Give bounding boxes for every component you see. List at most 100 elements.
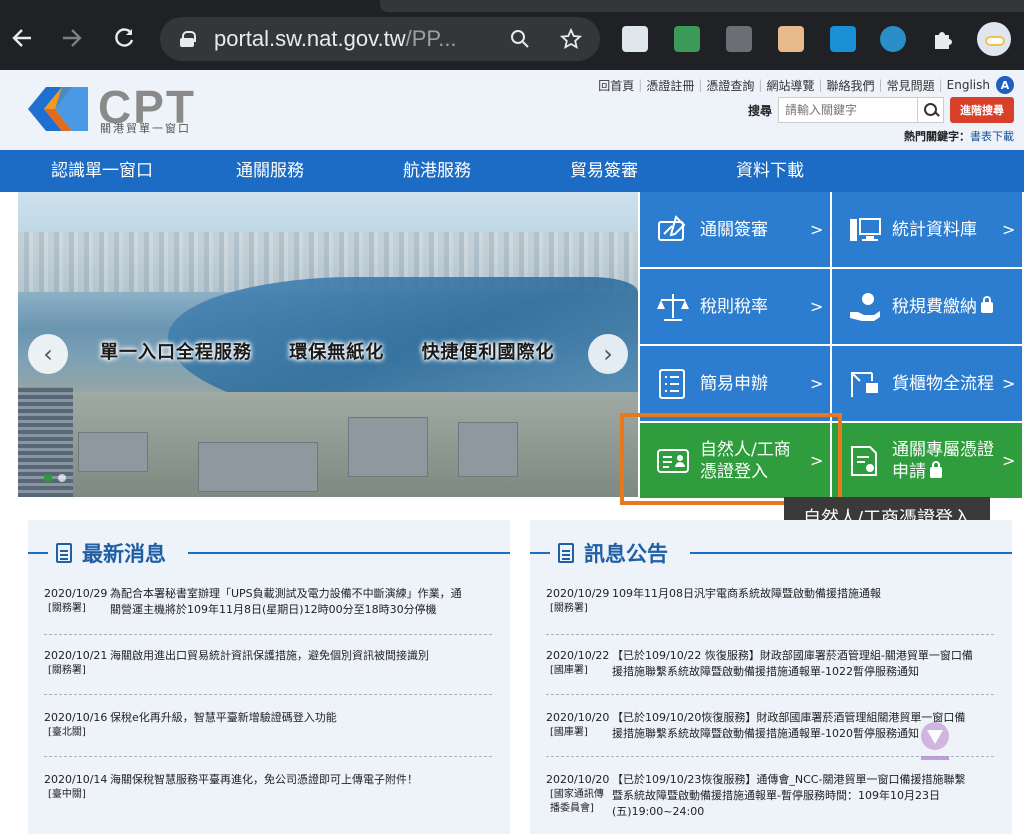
document-icon xyxy=(558,543,574,563)
cpt-logo[interactable]: CPT 關港貿單一窗口 xyxy=(28,81,213,138)
payment-hand-icon xyxy=(850,292,880,321)
divider: | xyxy=(758,78,763,92)
hero-carousel[interactable]: 單一入口全程服務 環保無紙化 快捷便利國際化 ‹ › xyxy=(18,192,638,497)
hot-keyword-link[interactable]: 書表下載 xyxy=(970,130,1014,143)
notice-text[interactable]: 109年11月08日汎宇電商系統故障暨啟動備援措施通報 xyxy=(612,586,881,602)
link-sitemap[interactable]: 網站導覽 xyxy=(766,77,814,94)
list-doc-icon xyxy=(659,368,685,399)
cpt-logo-icon xyxy=(28,87,88,131)
divider: | xyxy=(638,78,643,92)
crane-icon xyxy=(851,371,878,397)
zoom-search-icon[interactable] xyxy=(505,22,535,56)
notice-date: 2020/10/22 xyxy=(546,649,610,662)
scale-icon xyxy=(657,293,689,321)
extension-check-icon[interactable] xyxy=(674,26,700,52)
extension-share-icon[interactable] xyxy=(830,26,856,52)
address-url: portal.sw.nat.gov.tw/PP... xyxy=(214,26,457,51)
link-cert-query[interactable]: 憑證查詢 xyxy=(706,77,754,94)
news-title: 最新消息 xyxy=(48,538,174,568)
notice-date: 2020/10/20 xyxy=(546,773,610,786)
divider xyxy=(44,756,492,757)
news-text[interactable]: 為配合本署秘書室辦理「UPS負載測試及電力設備不中斷演練」作業，通 關營運主機將於… xyxy=(110,586,462,618)
back-arrow-icon[interactable] xyxy=(4,20,40,56)
news-date: 2020/10/16 xyxy=(44,711,108,724)
link-faq[interactable]: 常見問題 xyxy=(887,77,935,94)
nav-item-download[interactable]: 資料下載 xyxy=(670,150,870,192)
notice-text[interactable]: 【已於109/10/20恢復服務】財政部國庫署菸酒管理組關港貿單一窗口備 援措施聯… xyxy=(612,710,965,742)
carousel-prev-icon[interactable]: ‹ xyxy=(28,334,68,374)
nav-item-customs[interactable]: 通關服務 xyxy=(204,150,336,192)
hot-keywords: 熱門關鍵字：書表下載 xyxy=(904,128,1014,144)
document-icon xyxy=(56,543,72,563)
notice-category: [國庫署] xyxy=(550,665,588,676)
chevron-right-icon: > xyxy=(1002,374,1016,393)
browser-toolbar: portal.sw.nat.gov.tw/PP... xyxy=(0,0,1024,70)
divider xyxy=(28,552,48,554)
reload-icon[interactable] xyxy=(106,20,142,56)
watermark-logo-icon xyxy=(921,722,949,760)
focus-highlight xyxy=(620,413,842,505)
link-home[interactable]: 回首頁 xyxy=(598,77,634,94)
notice-category: [國庫署] xyxy=(550,727,588,738)
divider: | xyxy=(698,78,703,92)
tile-container-flow[interactable]: 貨櫃物全流程 > xyxy=(832,346,1022,421)
tile-exclusive-cert[interactable]: 通關專屬憑證 申請 > xyxy=(832,423,1022,498)
notice-category: [關務署] xyxy=(550,603,588,614)
main-nav: 認識單一窗口 通關服務 航港服務 貿易簽審 資料下載 xyxy=(0,150,1024,192)
notice-category: [國家通訊傳播委員會] xyxy=(550,789,604,814)
search-label: 搜尋 xyxy=(747,103,772,118)
news-category: [關務署] xyxy=(48,603,86,614)
site-header: CPT 關港貿單一窗口 回首頁 | 憑證註冊 | 憑證查詢 | 網站導覽 | 聯絡我們 |… xyxy=(0,70,1024,150)
notice-text[interactable]: 【已於109/10/22 恢復服務】財政部國庫署菸酒管理組-關港貿單一窗口備 援措… xyxy=(612,648,973,680)
news-category: [臺中關] xyxy=(48,789,86,800)
extensions-puzzle-icon[interactable] xyxy=(930,26,956,52)
divider xyxy=(44,634,492,635)
hero-building xyxy=(78,432,148,472)
tile-statistics-db[interactable]: 統計資料庫 > xyxy=(832,192,1022,267)
extension-face-icon[interactable] xyxy=(778,26,804,52)
news-date: 2020/10/29 xyxy=(44,587,108,600)
carousel-dot[interactable] xyxy=(44,474,52,482)
divider: | xyxy=(818,78,823,92)
profile-avatar-icon[interactable] xyxy=(977,22,1011,56)
extension-notes-icon[interactable] xyxy=(622,26,648,52)
search-input[interactable] xyxy=(778,97,918,123)
extension-code-icon[interactable] xyxy=(726,26,752,52)
chevron-right-icon: > xyxy=(1002,451,1016,470)
divider xyxy=(546,694,994,695)
news-text[interactable]: 海關啟用進出口貿易統計資訊保護措施，避免個別資訊被間接識別 xyxy=(110,648,429,664)
carousel-next-icon[interactable]: › xyxy=(588,334,628,374)
hero-slogan: 單一入口全程服務 環保無紙化 快捷便利國際化 xyxy=(100,338,585,364)
nav-item-about[interactable]: 認識單一窗口 xyxy=(0,150,204,192)
nav-item-trade[interactable]: 貿易簽審 xyxy=(538,150,670,192)
tile-customs-clearance[interactable]: 通關簽審 > xyxy=(640,192,830,267)
advanced-search-button[interactable]: 進階搜尋 xyxy=(950,97,1014,123)
tile-tariff-rates[interactable]: 稅則稅率 > xyxy=(640,269,830,344)
lock-icon xyxy=(981,295,993,313)
slogan-2: 環保無紙化 xyxy=(289,342,385,363)
certificate-sign-icon xyxy=(658,214,686,241)
forward-arrow-icon[interactable] xyxy=(54,20,90,56)
link-english[interactable]: English xyxy=(947,78,990,92)
chevron-right-icon: > xyxy=(810,374,824,393)
tab-strip xyxy=(380,0,1024,12)
news-text[interactable]: 海關保稅智慧服務平臺再進化，免公司憑證即可上傳電子附件！ xyxy=(110,772,418,788)
tile-fee-payment[interactable]: 稅規費繳納 xyxy=(832,269,1022,344)
carousel-dot[interactable] xyxy=(58,474,66,482)
accessibility-badge[interactable]: A xyxy=(996,76,1014,94)
search-icon[interactable] xyxy=(918,97,944,123)
lock-icon[interactable] xyxy=(180,31,196,47)
link-contact[interactable]: 聯絡我們 xyxy=(827,77,875,94)
news-text[interactable]: 保稅e化再升級，智慧平臺新增驗證碼登入功能 xyxy=(110,710,337,726)
notice-text[interactable]: 【已於109/10/23恢復服務】通傳會_NCC-關港貿單一窗口備援措施聯繫 暨系… xyxy=(612,772,965,820)
news-category: [臺北關] xyxy=(48,727,86,738)
notices-title: 訊息公告 xyxy=(550,538,676,568)
link-cert-register[interactable]: 憑證註冊 xyxy=(646,77,694,94)
extension-search-icon[interactable] xyxy=(880,26,906,52)
cert-doc-icon xyxy=(851,445,877,476)
tile-simple-apply[interactable]: 簡易申辦 > xyxy=(640,346,830,421)
nav-item-port[interactable]: 航港服務 xyxy=(336,150,538,192)
bookmark-star-icon[interactable] xyxy=(556,22,586,56)
hero-building xyxy=(198,442,318,492)
divider: | xyxy=(878,78,883,92)
